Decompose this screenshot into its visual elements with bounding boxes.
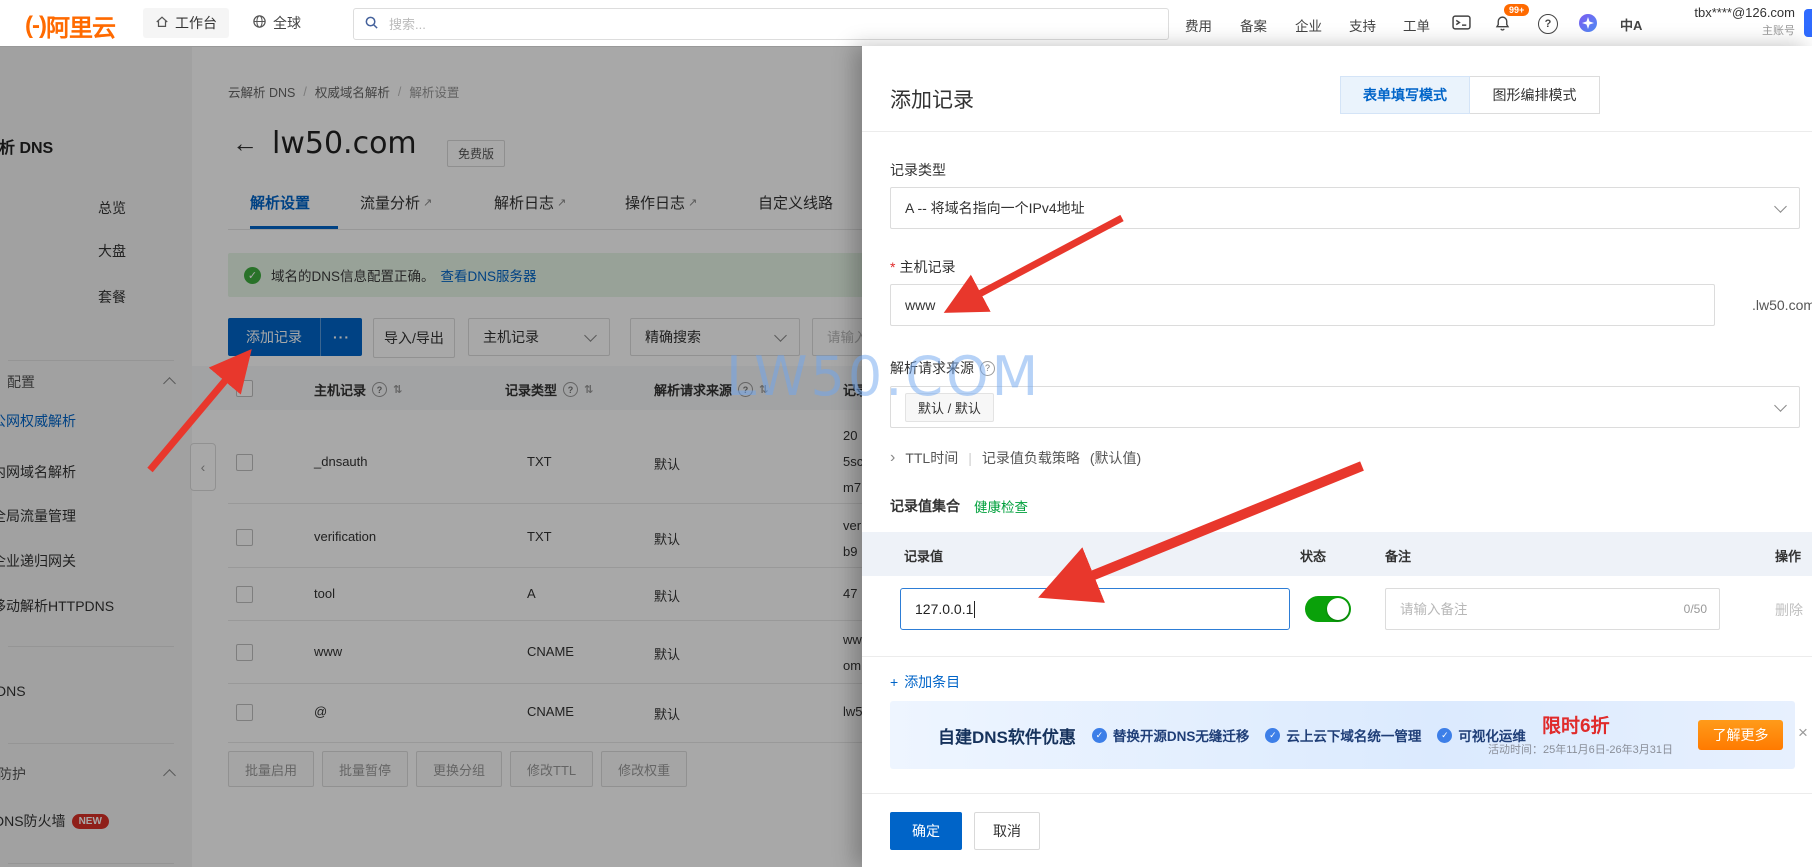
vt-header-action: 操作 (1775, 549, 1802, 564)
value-set-row: 记录值集合 健康检查 (890, 496, 1028, 516)
nav-enterprise[interactable]: 企业 (1295, 15, 1322, 35)
search-icon (364, 15, 379, 33)
globe-icon (252, 14, 267, 32)
form-mode-button[interactable]: 表单填写模式 (1340, 76, 1470, 114)
help-icon: ? (980, 360, 995, 376)
add-entry-button[interactable]: + 添加条目 (890, 672, 960, 692)
remark-input[interactable]: 0/50 (1385, 588, 1720, 630)
promo-banner: 自建DNS软件优惠 ✓ 替换开源DNS无缝迁移 ✓ 云上云下域名统一管理 ✓ 可视化运… (890, 701, 1808, 769)
vt-header-value: 记录值 (904, 549, 944, 564)
nav-expenses[interactable]: 费用 (1185, 15, 1212, 35)
record-value-input[interactable]: 127.0.0.1 (900, 588, 1290, 630)
chevron-down-icon (1774, 199, 1787, 213)
panel-title: 添加记录 (890, 89, 974, 112)
terminal-icon[interactable] (1452, 15, 1471, 33)
learn-more-button[interactable]: 了解更多 (1698, 720, 1783, 750)
global-search[interactable] (353, 8, 1169, 40)
community-icon[interactable] (1578, 13, 1598, 36)
promo-discount: 限时6折 (1542, 716, 1610, 737)
value-set-label: 记录值集合 (890, 498, 960, 514)
vt-header-remark: 备注 (1385, 549, 1412, 564)
check-icon: ✓ (1437, 727, 1453, 743)
notifications-bell-icon[interactable] (1494, 15, 1511, 35)
divider (862, 656, 1812, 657)
banner-feature: ✓ 云上云下域名统一管理 (1265, 725, 1421, 745)
nav-support[interactable]: 支持 (1349, 15, 1376, 35)
check-icon: ✓ (1091, 727, 1107, 743)
top-navbar: (-)阿里云 工作台 全球 费用 备案 企业 支持 工单 99+ ? 中A tb… (0, 0, 1812, 47)
line-tag: 默认 / 默认 (905, 392, 994, 422)
aliyun-logo[interactable]: (-) 阿里云 (25, 8, 116, 43)
account-info[interactable]: tbx****@126.com 主账号 (1655, 5, 1795, 38)
line-source-select[interactable]: 默认 / 默认 (890, 386, 1800, 428)
required-asterisk: * (890, 259, 896, 275)
record-type-label: 记录类型 (890, 162, 946, 178)
home-icon (155, 15, 169, 32)
ttl-policy-collapsed-row[interactable]: › TTL时间 | 记录值负载策略 (默认值) (890, 448, 1141, 468)
delete-row-button[interactable]: 删除 (1775, 600, 1803, 620)
plus-icon: + (890, 674, 899, 690)
record-type-select[interactable]: A -- 将域名指向一个IPv4地址 (890, 187, 1800, 229)
workbench-button[interactable]: 工作台 (143, 8, 229, 38)
avatar[interactable] (1804, 9, 1812, 37)
chevron-right-icon: › (890, 449, 896, 466)
promo-period: 活动时间：25年11月6日-26年3月31日 (1488, 744, 1674, 756)
health-check-link[interactable]: 健康检查 (974, 496, 1028, 516)
divider (862, 131, 1812, 132)
notification-count-badge: 99+ (1504, 4, 1530, 16)
host-record-input[interactable]: www (890, 284, 1715, 326)
confirm-button[interactable]: 确定 (890, 812, 962, 850)
value-table-header (862, 532, 1812, 576)
divider (862, 793, 1812, 794)
account-role: 主账号 (1762, 25, 1795, 37)
help-icon[interactable]: ? (1538, 14, 1558, 34)
nav-tickets[interactable]: 工单 (1403, 15, 1430, 35)
global-search-input[interactable] (387, 15, 1158, 33)
graph-mode-button[interactable]: 图形编排模式 (1470, 76, 1600, 114)
line-source-label: 解析请求来源? (890, 358, 995, 378)
toggle-knob (1327, 598, 1349, 620)
global-region-button[interactable]: 全球 (252, 13, 301, 33)
banner-title: 自建DNS软件优惠 (938, 727, 1076, 747)
add-record-panel: 添加记录 表单填写模式 图形编排模式 记录类型 A -- 将域名指向一个IPv4… (862, 46, 1812, 867)
vt-header-status: 状态 (1300, 549, 1327, 564)
modal-dim-overlay (0, 46, 862, 867)
host-record-label: * 主机记录 (890, 259, 956, 275)
domain-suffix: .lw50.com (1752, 297, 1812, 313)
translate-icon[interactable]: 中A (1620, 15, 1642, 34)
char-counter: 0/50 (1683, 602, 1707, 616)
account-email: tbx****@126.com (1694, 5, 1795, 20)
close-icon[interactable]: × (1798, 723, 1808, 743)
nav-icp[interactable]: 备案 (1240, 15, 1267, 35)
check-icon: ✓ (1265, 727, 1281, 743)
status-toggle[interactable] (1305, 596, 1351, 622)
cancel-button[interactable]: 取消 (974, 812, 1040, 850)
text-caret (974, 600, 976, 618)
logo-bracket-icon: (-) (25, 11, 47, 39)
banner-feature: ✓ 替换开源DNS无缝迁移 (1091, 725, 1249, 745)
chevron-down-icon (1774, 398, 1787, 412)
mode-toggle: 表单填写模式 图形编排模式 (1340, 76, 1600, 114)
